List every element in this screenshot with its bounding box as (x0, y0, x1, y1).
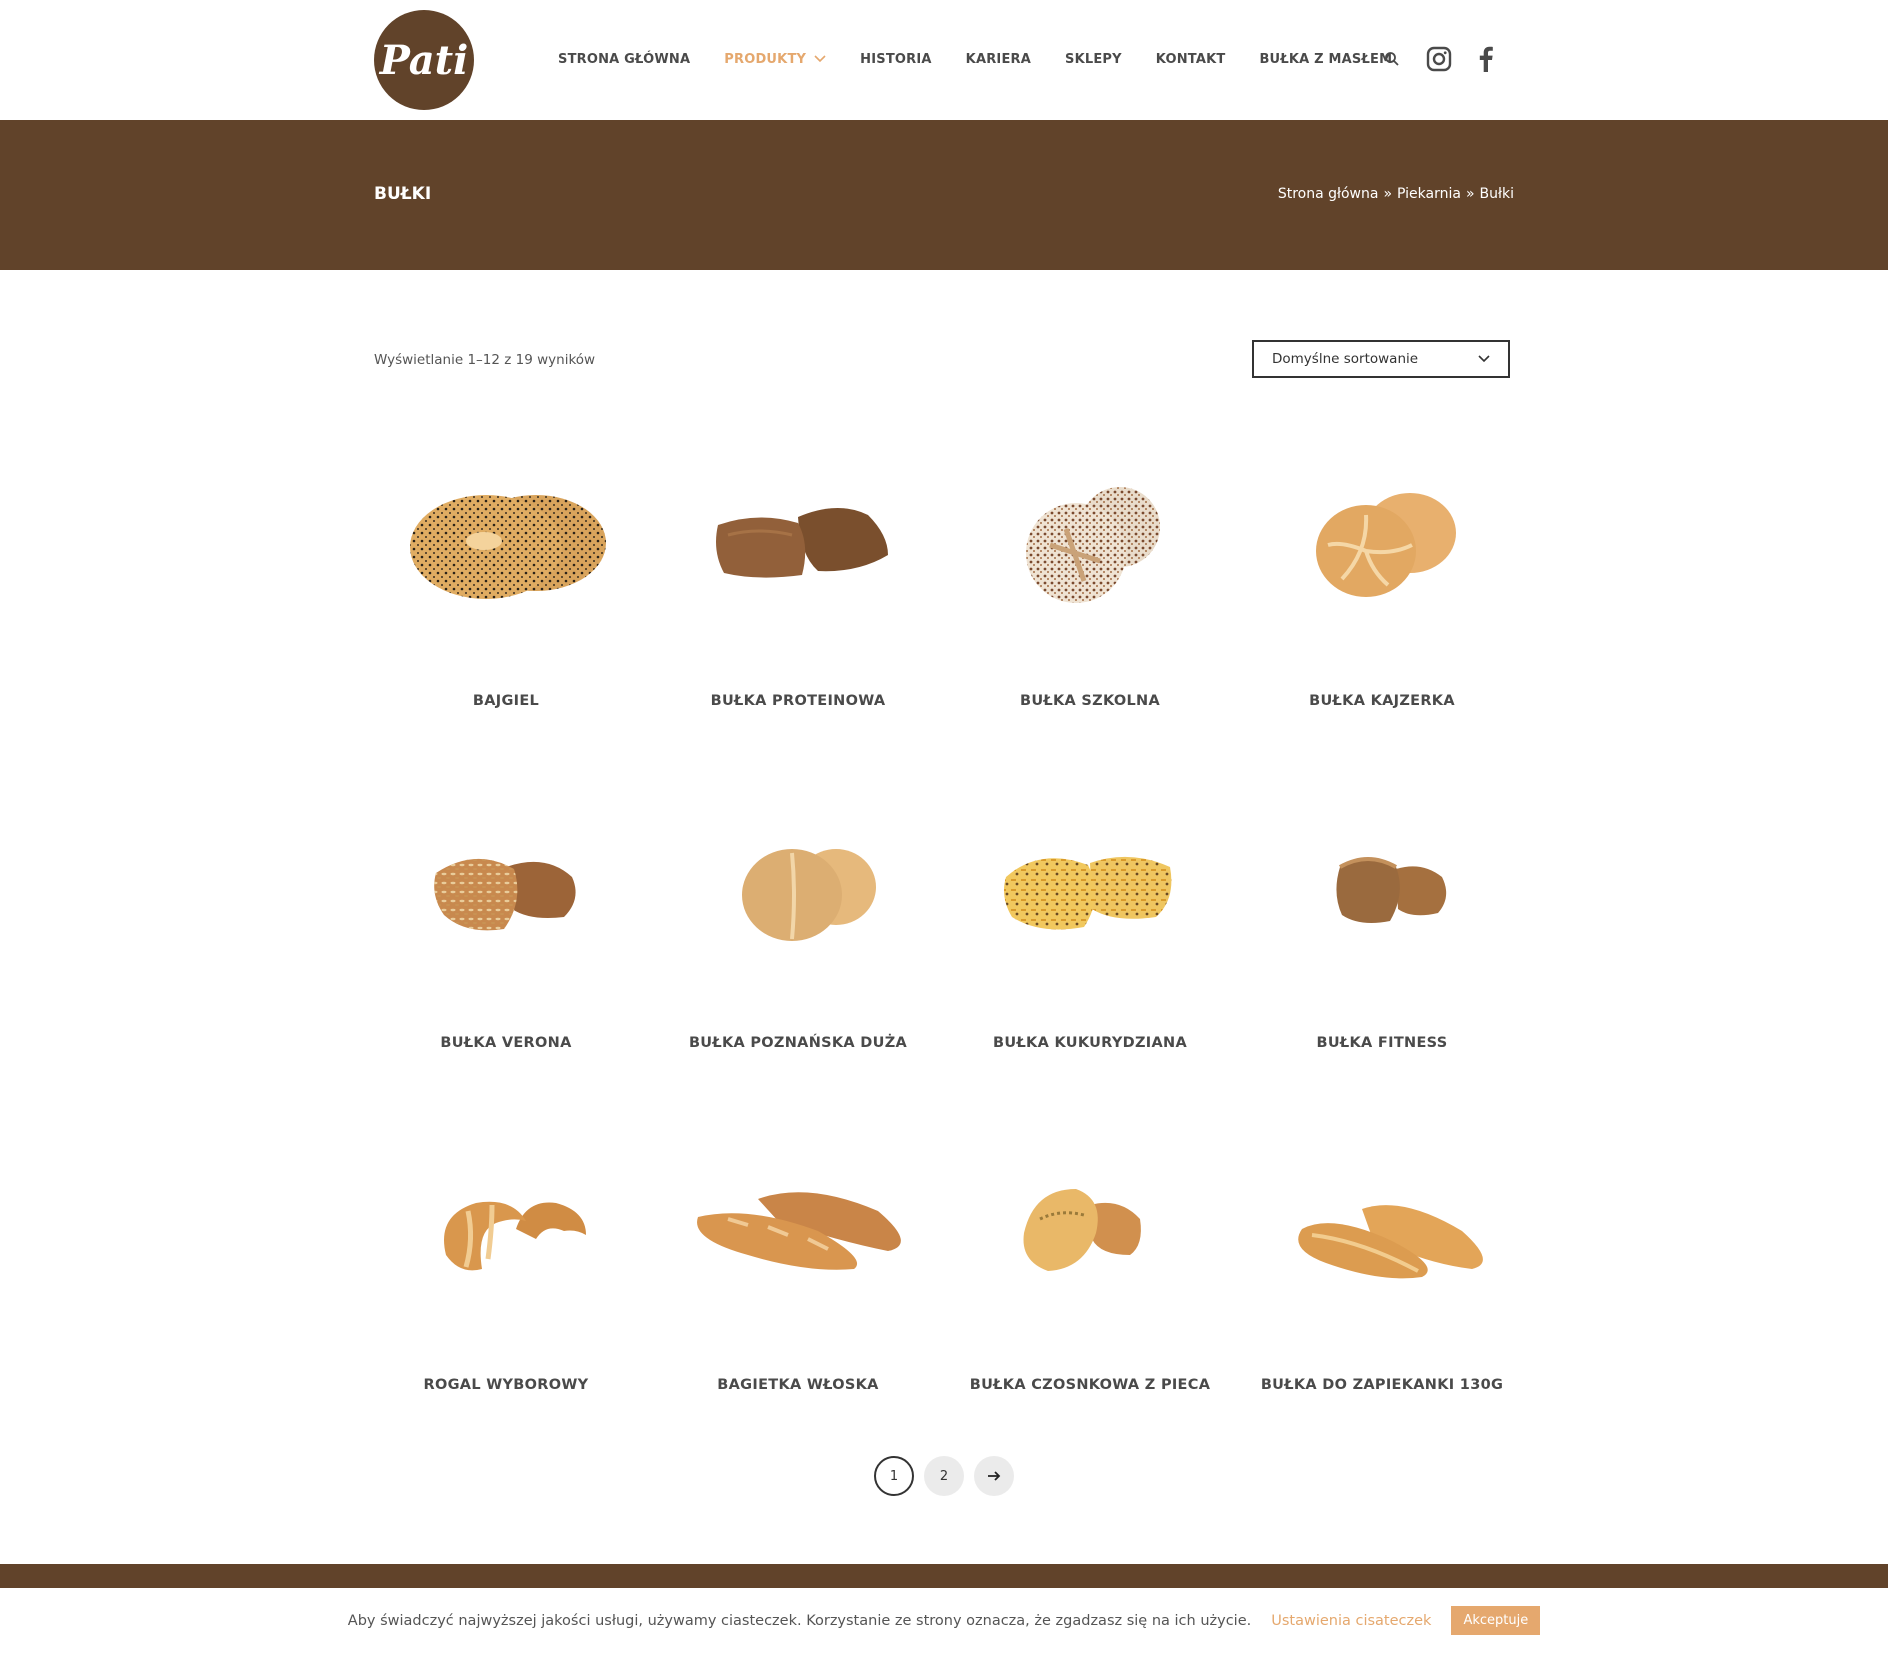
corn-roll-image[interactable] (958, 782, 1222, 992)
verona-roll-image[interactable] (374, 782, 638, 992)
product-card[interactable]: BUŁKA PROTEINOWA (666, 440, 930, 740)
result-count: Wyświetlanie 1–12 z 19 wyników (374, 352, 596, 368)
nav-item-label: KARIERA (965, 51, 1032, 67)
search-icon[interactable] (1384, 51, 1400, 67)
page-banner: BUŁKI Strona główna » Piekarnia » Bułki (0, 120, 1888, 270)
cookie-settings-link[interactable]: Ustawienia cisateczek (1271, 1613, 1431, 1629)
sort-select[interactable]: Domyślne sortowanie (1252, 340, 1510, 378)
product-name[interactable]: BUŁKA VERONA (374, 1035, 638, 1051)
product-card[interactable]: BUŁKA KAJZERKA (1250, 440, 1514, 740)
nav-item-label: SKLEPY (1065, 51, 1122, 67)
main-nav: STRONA GŁÓWNA PRODUKTY HISTORIA KARIERA … (558, 0, 1392, 118)
next-page-button[interactable] (974, 1456, 1014, 1496)
nav-item-label: HISTORIA (860, 51, 932, 67)
baguette-image[interactable] (666, 1124, 930, 1334)
site-header: Pati STRONA GŁÓWNA PRODUKTY HISTORIA KAR… (0, 0, 1888, 120)
nav-item-label: BUŁKA Z MASŁEM (1259, 51, 1393, 67)
product-name[interactable]: BUŁKA SZKOLNA (958, 693, 1222, 709)
pagination: 1 2 (874, 1456, 1014, 1496)
footer (0, 1564, 1888, 1588)
facebook-icon[interactable] (1478, 46, 1494, 72)
nav-item-career[interactable]: KARIERA (966, 52, 1031, 67)
nav-item-history[interactable]: HISTORIA (860, 52, 932, 67)
product-name[interactable]: BUŁKA CZOSNKOWA Z PIECA (958, 1377, 1222, 1393)
product-name[interactable]: BUŁKA FITNESS (1250, 1035, 1514, 1051)
garlic-roll-image[interactable] (958, 1124, 1222, 1334)
kaiser-roll-image[interactable] (1250, 440, 1514, 650)
product-card[interactable]: BAGIETKA WŁOSKA (666, 1124, 930, 1424)
protein-roll-image[interactable] (666, 440, 930, 650)
page-button-2[interactable]: 2 (924, 1456, 964, 1496)
nav-item-products[interactable]: PRODUKTY (724, 51, 826, 67)
cookie-accept-button[interactable]: Akceptuje (1451, 1606, 1541, 1635)
nav-item-bulka-z-maslem[interactable]: BUŁKA Z MASŁEM (1259, 52, 1392, 67)
chevron-down-icon (814, 51, 826, 67)
nav-item-home[interactable]: STRONA GŁÓWNA (558, 52, 690, 67)
logo-text: Pati (379, 36, 469, 84)
sort-select-value: Domyślne sortowanie (1272, 351, 1419, 367)
nav-item-label: PRODUKTY (724, 51, 807, 67)
breadcrumb: Strona główna » Piekarnia » Bułki (1278, 186, 1514, 202)
breadcrumb-home[interactable]: Strona główna (1278, 186, 1379, 202)
product-card[interactable]: BUŁKA POZNAŃSKA DUŻA (666, 782, 930, 1082)
poznan-roll-image[interactable] (666, 782, 930, 992)
breadcrumb-separator: » (1383, 186, 1393, 202)
header-icons (1384, 0, 1494, 118)
breadcrumb-separator: » (1465, 186, 1475, 202)
nav-item-shops[interactable]: SKLEPY (1065, 52, 1122, 67)
product-card[interactable]: BUŁKA VERONA (374, 782, 638, 1082)
product-name[interactable]: BUŁKA POZNAŃSKA DUŻA (666, 1035, 930, 1051)
cookie-bar: Aby świadczyć najwyższej jakości usługi,… (0, 1588, 1888, 1653)
sub-roll-image[interactable] (1250, 1124, 1514, 1334)
nav-item-label: KONTAKT (1155, 51, 1226, 67)
product-name[interactable]: BUŁKA DO ZAPIEKANKI 130G (1250, 1377, 1514, 1393)
product-card[interactable]: BUŁKA DO ZAPIEKANKI 130G (1250, 1124, 1514, 1424)
product-card[interactable]: BAJGIEL (374, 440, 638, 740)
school-roll-image[interactable] (958, 440, 1222, 650)
product-name[interactable]: BUŁKA KUKURYDZIANA (958, 1035, 1222, 1051)
cookie-text: Aby świadczyć najwyższej jakości usługi,… (347, 1612, 1252, 1629)
chevron-down-icon (1478, 351, 1490, 367)
nav-item-label: STRONA GŁÓWNA (558, 51, 691, 67)
logo[interactable]: Pati (374, 10, 474, 110)
croissant-image[interactable] (374, 1124, 638, 1334)
product-name[interactable]: ROGAL WYBOROWY (374, 1377, 638, 1393)
product-name[interactable]: BUŁKA KAJZERKA (1250, 693, 1514, 709)
product-card[interactable]: BUŁKA SZKOLNA (958, 440, 1222, 740)
page-title: BUŁKI (374, 184, 432, 204)
breadcrumb-bakery[interactable]: Piekarnia (1397, 186, 1461, 202)
fitness-roll-image[interactable] (1250, 782, 1514, 992)
product-name[interactable]: BAJGIEL (374, 693, 638, 709)
page-button-1[interactable]: 1 (874, 1456, 914, 1496)
product-name[interactable]: BAGIETKA WŁOSKA (666, 1377, 930, 1393)
product-card[interactable]: BUŁKA FITNESS (1250, 782, 1514, 1082)
bagel-image[interactable] (374, 440, 638, 650)
product-card[interactable]: ROGAL WYBOROWY (374, 1124, 638, 1424)
instagram-icon[interactable] (1426, 46, 1452, 72)
arrow-right-icon (988, 1471, 1001, 1481)
breadcrumb-current: Bułki (1479, 186, 1514, 202)
product-card[interactable]: BUŁKA KUKURYDZIANA (958, 782, 1222, 1082)
product-name[interactable]: BUŁKA PROTEINOWA (666, 693, 930, 709)
product-card[interactable]: BUŁKA CZOSNKOWA Z PIECA (958, 1124, 1222, 1424)
nav-item-contact[interactable]: KONTAKT (1156, 52, 1226, 67)
